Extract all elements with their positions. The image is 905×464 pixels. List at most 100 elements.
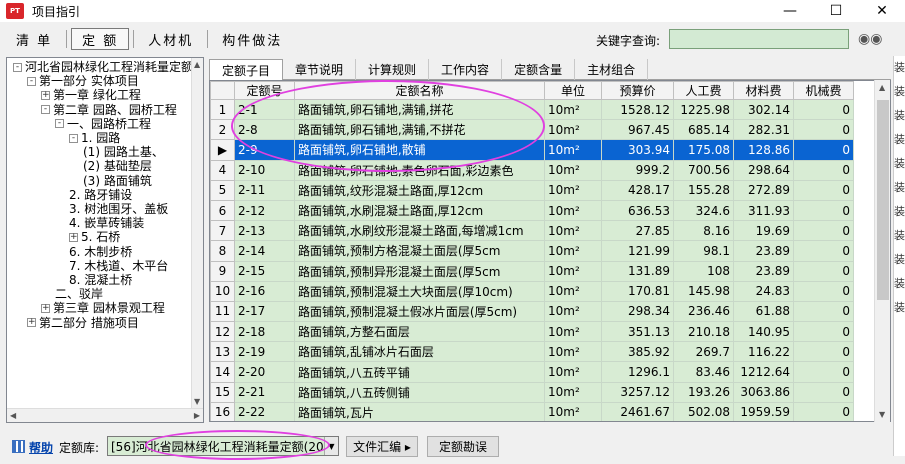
collapse-icon[interactable]: - [55, 119, 64, 129]
close-button[interactable]: ✕ [859, 0, 905, 22]
cell-name: 路面铺筑,八五砖侧铺 [294, 381, 545, 403]
tree-node[interactable]: 3. 树池围牙、盖板 [69, 202, 168, 216]
tab-4[interactable]: 定额含量 [502, 59, 576, 80]
maximize-button[interactable]: ☐ [813, 0, 859, 22]
column-header[interactable]: 人工费 [673, 81, 734, 100]
column-header[interactable]: 定额名称 [294, 81, 545, 100]
tab-labor-material-machine[interactable]: 人材机 [138, 28, 203, 50]
table-row[interactable]: 14 2-20 路面铺筑,八五砖平铺 10m² 1296.1 83.46 1212.64 0 [210, 361, 854, 383]
tree-node[interactable]: 二、驳岸 [55, 287, 103, 301]
table-row[interactable]: 8 2-14 路面铺筑,预制方格混凝土面层(厚5cm 10m² 121.99 98.1 23… [210, 240, 854, 262]
cell-machine: 0 [793, 159, 854, 181]
quota-errata-button[interactable]: 定额勘误 [427, 436, 499, 457]
cell-machine: 0 [793, 119, 854, 141]
help-icon[interactable] [12, 440, 25, 453]
file-summary-button[interactable]: 文件汇编 ▸ [346, 436, 418, 457]
table-row[interactable]: 10 2-16 路面铺筑,预制混凝土大块面层(厚10cm) 10m² 170.81 145… [210, 280, 854, 302]
scrollbar-thumb[interactable] [877, 100, 889, 300]
tree-node[interactable]: +5. 石桥 [69, 230, 120, 244]
tree-node[interactable]: (1) 园路土基、 [83, 145, 164, 159]
tab-bill-list[interactable]: 清 单 [6, 28, 62, 50]
keyword-search-input[interactable] [669, 29, 849, 49]
collapse-icon[interactable]: - [69, 133, 78, 143]
tab-2[interactable]: 计算规则 [356, 59, 430, 80]
tree-node[interactable]: -1. 园路 [69, 131, 120, 145]
table-row[interactable]: ▶ 2-9 路面铺筑,卵石铺地,散铺 10m² 303.94 175.08 128.86 0 [210, 139, 854, 161]
column-header[interactable]: 机械费 [793, 81, 854, 100]
tree-node[interactable]: (3) 路面铺筑 [83, 174, 152, 188]
table-row[interactable]: 11 2-17 路面铺筑,预制混凝土假冰片面层(厚5cm) 10m² 298.34 236… [210, 300, 854, 323]
collapse-icon[interactable]: - [27, 76, 36, 86]
quota-library-select[interactable]: [56]河北省园林绿化工程消耗量定额(20 ▼ [107, 436, 339, 456]
tab-1[interactable]: 章节说明 [283, 59, 357, 80]
scroll-down-arrow-icon[interactable]: ▼ [879, 410, 885, 419]
tab-5[interactable]: 主材组合 [575, 59, 649, 80]
tree-node[interactable]: 2. 路牙铺设 [69, 188, 132, 202]
scroll-down-arrow-icon[interactable]: ▼ [194, 397, 200, 406]
tree-node[interactable]: + 第二部分 措施项目 [27, 316, 139, 330]
tree-node[interactable]: + 第三章 园林景观工程 [41, 301, 165, 315]
cell-unit: 10m² [544, 341, 602, 363]
binoculars-search-icon[interactable]: ◉◉ [858, 31, 882, 47]
cell-code: 2-1 [234, 98, 295, 121]
column-header[interactable]: 预算价 [601, 81, 674, 100]
tree-node[interactable]: (2) 基础垫层 [83, 159, 152, 173]
expand-icon[interactable]: + [41, 303, 50, 313]
table-row[interactable]: 9 2-15 路面铺筑,预制异形混凝土面层(厚5cm 10m² 131.89 108 23.… [210, 260, 854, 282]
column-header[interactable]: 定额号 [234, 81, 295, 100]
scroll-up-arrow-icon[interactable]: ▲ [879, 83, 885, 92]
collapse-icon[interactable]: - [41, 105, 50, 115]
cell-name: 路面铺筑,方整石面层 [294, 321, 545, 343]
toolbar-separator [207, 30, 209, 48]
tab-quota[interactable]: 定 额 [71, 28, 130, 50]
table-row[interactable]: 7 2-13 路面铺筑,水刷纹形混凝土路面,每增减1cm 10m² 27.85 8.16 1… [210, 220, 854, 242]
tree-node[interactable]: - 第一部分 实体项目 [27, 74, 139, 88]
column-header[interactable]: 单位 [544, 81, 602, 100]
toolbar-separator [66, 30, 68, 48]
expand-icon[interactable]: + [41, 90, 50, 100]
scroll-left-arrow-icon[interactable]: ◀ [10, 411, 16, 420]
tree-node[interactable]: - 一、园路桥工程 [55, 117, 151, 131]
table-row[interactable]: 16 2-22 路面铺筑,瓦片 10m² 2461.67 502.08 1959.59 0 [210, 401, 854, 421]
cell-name: 路面铺筑,预制混凝土大块面层(厚10cm) [294, 280, 545, 302]
column-header[interactable] [210, 81, 235, 100]
table-row[interactable]: 6 2-12 路面铺筑,水刷混凝土路面,厚12cm 10m² 636.53 324.6 31… [210, 199, 854, 222]
tab-component-method[interactable]: 构件做法 [212, 28, 292, 50]
table-row[interactable]: 15 2-21 路面铺筑,八五砖侧铺 10m² 3257.12 193.26 3063.86… [210, 381, 854, 403]
table-row[interactable]: 4 2-10 路面铺筑,卵石铺地,素色卵石面,彩边素色 10m² 999.2 700.56… [210, 159, 854, 181]
tab-0[interactable]: 定额子目 [209, 59, 284, 80]
tree-node[interactable]: - 第二章 园路、园桥工程 [41, 103, 177, 117]
tree-node-label: 河北省园林绿化工程消耗量定额( [25, 60, 193, 74]
tree-vertical-scrollbar[interactable]: ▲ ▼ [191, 58, 203, 408]
expand-icon[interactable]: + [69, 232, 78, 242]
cell-n: 8 [210, 240, 235, 262]
tab-3[interactable]: 工作内容 [429, 59, 503, 80]
expand-icon[interactable]: + [27, 318, 36, 328]
table-row[interactable]: 13 2-19 路面铺筑,乱铺冰片石面层 10m² 385.92 269.7 116.22 0 [210, 341, 854, 363]
tree-node-label: 1. 园路 [81, 131, 121, 145]
minimize-button[interactable]: — [767, 0, 813, 22]
tree-node[interactable]: + 第一章 绿化工程 [41, 88, 141, 102]
table-row[interactable]: 5 2-11 路面铺筑,纹形混凝土路面,厚12cm 10m² 428.17 155.28 2… [210, 179, 854, 201]
scroll-up-arrow-icon[interactable]: ▲ [194, 60, 200, 69]
tree-node-label: 2. 路牙铺设 [69, 187, 133, 202]
table-row[interactable]: 1 2-1 路面铺筑,卵石铺地,满铺,拼花 10m² 1528.12 1225.98 302… [210, 98, 854, 121]
chevron-down-icon[interactable]: ▼ [324, 437, 338, 455]
tree-node[interactable]: 8. 混凝土桥 [69, 273, 132, 287]
cell-n: 16 [210, 401, 235, 421]
tree-horizontal-scrollbar[interactable]: ◀ ▶ [7, 408, 203, 422]
tree-node[interactable]: 4. 嵌草砖铺装 [69, 216, 144, 230]
tree-node[interactable]: - 河北省园林绿化工程消耗量定额( [13, 60, 193, 74]
table-row[interactable]: 12 2-18 路面铺筑,方整石面层 10m² 351.13 210.18 140.95 0 [210, 321, 854, 343]
table-row[interactable]: 2 2-8 路面铺筑,卵石铺地,满铺,不拼花 10m² 967.45 685.14 282.… [210, 119, 854, 141]
cell-price: 3257.12 [601, 381, 674, 403]
collapse-icon[interactable]: - [13, 62, 22, 72]
table-vertical-scrollbar[interactable]: ▲ ▼ [874, 80, 890, 422]
column-header[interactable]: 材料费 [733, 81, 794, 100]
quota-items-table[interactable]: 定额号 定额名称 单位 预算价 人工费 材料费 机械费 1 2-1 路面铺筑,卵石铺地,满铺,拼… [209, 80, 891, 422]
scroll-right-arrow-icon[interactable]: ▶ [194, 411, 200, 420]
tree-node[interactable]: 7. 木栈道、木平台 [69, 259, 168, 273]
tree-node[interactable]: 6. 木制步桥 [69, 245, 132, 259]
help-link[interactable]: 帮助 [29, 439, 53, 456]
chapter-tree[interactable]: - 河北省园林绿化工程消耗量定额(- 第一部分 实体项目 + 第一章 绿化工程 - 第二章 … [6, 57, 204, 423]
